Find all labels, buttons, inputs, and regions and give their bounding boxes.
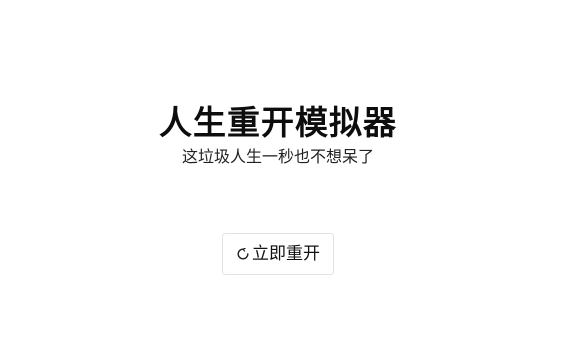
page-subtitle: 这垃圾人生一秒也不想呆了 (181, 147, 374, 166)
restart-button[interactable]: 立即重开 (222, 233, 334, 275)
page-title: 人生重开模拟器 (159, 103, 397, 142)
restart-button-label: 立即重开 (252, 244, 320, 264)
restart-icon (236, 247, 250, 261)
